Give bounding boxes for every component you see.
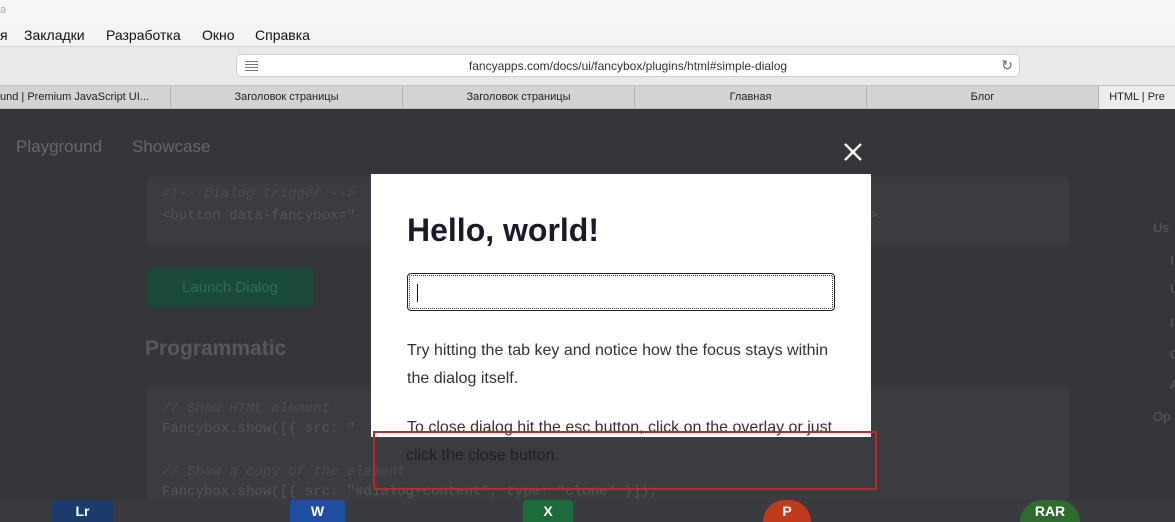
- code-line: <!-- Dialog trigger -->: [162, 186, 356, 202]
- dialog: Hello, world! Try hitting the tab key an…: [371, 174, 871, 437]
- launch-dialog-button[interactable]: Launch Dialog: [147, 268, 313, 307]
- tab-label: HTML | Pre: [1109, 91, 1165, 103]
- side-nav-item[interactable]: I: [1170, 315, 1174, 330]
- section-heading: Programmatic: [145, 337, 287, 360]
- tab-label: und | Premium JavaScript UI...: [0, 91, 149, 103]
- dock-app-word[interactable]: W: [290, 500, 345, 522]
- tab-label: Заголовок страницы: [234, 91, 339, 103]
- browser-toolbar: fancyapps.com/docs/ui/fancybox/plugins/h…: [0, 47, 1175, 85]
- tab-blog[interactable]: Блог: [867, 86, 1099, 109]
- tab-label: Блог: [970, 91, 995, 103]
- dialog-text-input[interactable]: [407, 273, 835, 311]
- dock-app-archiver[interactable]: RAR: [1020, 500, 1080, 522]
- close-icon[interactable]: [841, 140, 865, 164]
- tab-home[interactable]: Главная: [635, 86, 867, 109]
- address-bar-url: fancyapps.com/docs/ui/fancybox/plugins/h…: [468, 59, 788, 73]
- tab-page-title-2[interactable]: Заголовок страницы: [403, 86, 635, 109]
- tab-bar: und | Premium JavaScript UI... Заголовок…: [0, 85, 1175, 109]
- menu-item-history[interactable]: я: [0, 27, 8, 43]
- window-titlebar: a: [0, 0, 1175, 24]
- menu-bar: я Закладки Разработка Окно Справка: [0, 24, 1175, 47]
- code-line: // Show a copy of the element: [162, 464, 406, 480]
- reload-icon[interactable]: ↻: [1001, 57, 1013, 74]
- side-nav-item[interactable]: Us: [1153, 220, 1169, 235]
- tab-html-active[interactable]: HTML | Pre: [1099, 86, 1175, 109]
- address-bar[interactable]: fancyapps.com/docs/ui/fancybox/plugins/h…: [236, 54, 1020, 77]
- side-nav-item[interactable]: I: [1170, 253, 1174, 268]
- side-nav-item[interactable]: A: [1170, 377, 1175, 392]
- tab-label: Главная: [729, 91, 772, 103]
- dock: Lr W X P RAR: [0, 500, 1175, 522]
- nav-playground[interactable]: Playground: [16, 137, 102, 157]
- tab-premium-js-ui[interactable]: und | Premium JavaScript UI...: [0, 86, 171, 109]
- menu-item-help[interactable]: Справка: [255, 27, 310, 43]
- dock-app-powerpoint[interactable]: P: [763, 500, 811, 522]
- code-line: Fancybox.show([{ src: ": [162, 421, 356, 437]
- dock-app-lightroom[interactable]: Lr: [52, 500, 113, 522]
- tab-page-title-1[interactable]: Заголовок страницы: [171, 86, 403, 109]
- menu-item-bookmarks[interactable]: Закладки: [24, 27, 85, 43]
- code-line: <button data-fancybox=": [162, 208, 356, 224]
- dock-app-excel[interactable]: X: [523, 500, 573, 522]
- code-line: // Show HTML element: [162, 401, 331, 417]
- menu-item-develop[interactable]: Разработка: [106, 27, 181, 43]
- window-title: a: [0, 4, 7, 16]
- side-nav-item[interactable]: C: [1170, 347, 1175, 362]
- dialog-paragraph-focus: Try hitting the tab key and notice how t…: [407, 342, 828, 387]
- side-nav-item[interactable]: Op: [1153, 409, 1170, 424]
- side-nav-item[interactable]: U: [1170, 281, 1175, 296]
- menu-item-window[interactable]: Окно: [202, 27, 235, 43]
- dialog-title: Hello, world!: [407, 212, 599, 248]
- highlight-box: [373, 431, 877, 490]
- nav-showcase[interactable]: Showcase: [132, 137, 210, 157]
- tab-label: Заголовок страницы: [466, 91, 571, 103]
- text-caret: [417, 284, 418, 302]
